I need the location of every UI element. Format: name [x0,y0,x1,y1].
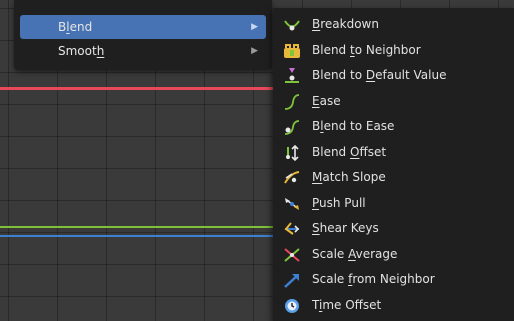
blend-to-neighbor-icon [284,43,300,58]
blend-offset-icon [286,144,299,161]
menu-item-smooth-label: Smooth [58,44,105,58]
submenu-arrow-icon: ▶ [251,46,258,56]
menu-item-push-pull[interactable]: Push Pull [273,191,514,217]
time-offset-icon [285,298,299,313]
menu-item-smooth[interactable]: Smooth ▶ [20,39,266,63]
scale-from-neighbor-icon [284,274,299,288]
shear-keys-icon [284,222,300,235]
menu-item-blend[interactable]: Blend ▶ [20,15,266,39]
menu-item-scale-average[interactable]: Scale Average [273,242,514,268]
scale-average-icon [284,247,300,262]
breakdown-icon [284,20,300,31]
menu-item-time-offset[interactable]: Time Offset [273,293,514,319]
push-pull-icon [285,197,299,210]
blend-to-default-icon [285,68,299,83]
ease-icon [284,93,300,110]
menu-item-breakdown[interactable]: Breakdown [273,12,514,38]
match-slope-icon [284,171,300,184]
menu-item-scale-from-neighbor[interactable]: Scale from Neighbor [273,267,514,293]
menu-item-shear-keys[interactable]: Shear Keys [273,216,514,242]
menu-item-blend-offset[interactable]: Blend Offset [273,140,514,166]
submenu-arrow-icon: ▶ [251,22,258,32]
menu-item-blend-to-ease[interactable]: Blend to Ease [273,114,514,140]
blend-to-ease-icon [284,120,300,135]
key-submenu: Blend ▶ Smooth ▶ [14,0,272,70]
menu-item-match-slope[interactable]: Match Slope [273,165,514,191]
blend-submenu: Breakdown Blend to Neighbor Blend to Def… [273,8,514,321]
menu-item-blend-to-neighbor[interactable]: Blend to Neighbor [273,38,514,64]
menu-item-blend-label: Blend [58,20,93,34]
menu-item-ease[interactable]: Ease [273,89,514,115]
menu-item-blend-to-default[interactable]: Blend to Default Value [273,63,514,89]
